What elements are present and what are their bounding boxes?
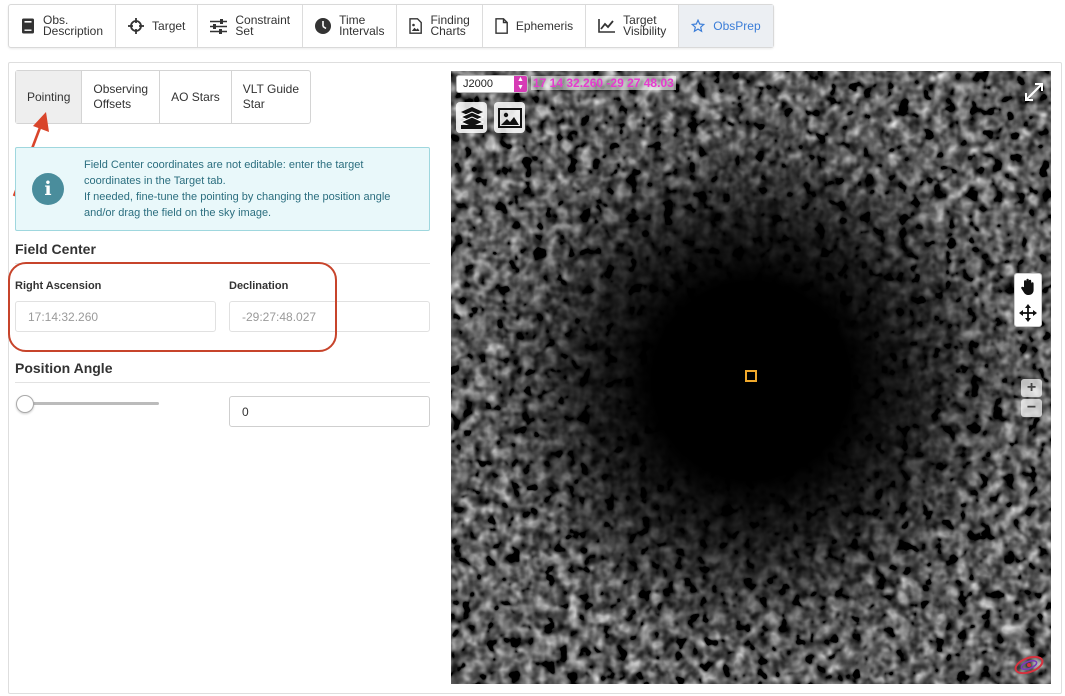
position-angle-title: Position Angle [15,360,430,383]
layers-button[interactable] [456,102,487,133]
sliders-icon [210,18,228,34]
pan-controls [1014,273,1042,327]
obsprep-subtabs: Pointing Observing Offsets AO Stars VLT … [15,70,312,124]
clock-icon [315,18,332,34]
dec-label: Declination [229,280,289,292]
pan-button[interactable] [1015,274,1041,300]
select-caret-icon: ▲ ▼ [514,76,527,92]
sky-image-viewer[interactable]: J2000 ▲ ▼ 17 14 32.260 -29 27 48.03 + − [451,71,1051,684]
tab-obsprep[interactable]: ObsPrep [679,5,773,47]
move-button[interactable] [1015,300,1041,326]
tab-ephemeris[interactable]: Ephemeris [483,5,587,47]
zoom-in-button[interactable]: + [1021,379,1042,397]
tab-constraint-set[interactable]: Constraint Set [198,5,304,47]
info-line-2: If needed, fine-tune the pointing by cha… [84,191,391,219]
subtab-observing-offsets[interactable]: Observing Offsets [82,71,161,123]
subtab-vlt-guide-star[interactable]: VLT Guide Star [232,71,310,123]
image-file-icon [409,18,423,34]
image-survey-button[interactable] [494,102,525,133]
zoom-controls: + − [1021,379,1042,417]
info-icon: i [32,173,64,205]
move-arrows-icon [1019,304,1037,322]
tab-label: Finding Charts [430,13,470,38]
tab-label: Ephemeris [515,18,574,33]
layers-icon [459,106,484,129]
hand-icon [1021,278,1034,295]
position-angle-slider-thumb[interactable] [16,395,34,413]
ra-label: Right Ascension [15,280,102,292]
tab-target[interactable]: Target [116,5,199,47]
zoom-out-button[interactable]: − [1021,399,1042,417]
subtab-pointing[interactable]: Pointing [16,71,83,123]
tab-label: Constraint Set [235,13,291,38]
tab-label: Obs. Description [43,13,104,38]
position-angle-slider-track[interactable] [20,402,159,405]
star-icon [691,19,706,33]
field-center-title: Field Center [15,241,430,264]
line-chart-icon [598,19,616,33]
tab-finding-charts[interactable]: Finding Charts [397,5,483,47]
tab-label: ObsPrep [713,18,761,33]
target-marker[interactable] [745,370,757,382]
tab-target-visibility[interactable]: Target Visibility [586,5,680,47]
tab-time-intervals[interactable]: Time Intervals [303,5,398,47]
info-line-1: Field Center coordinates are not editabl… [84,159,364,187]
dec-input[interactable] [229,301,430,332]
info-box: i Field Center coordinates are not edita… [15,147,430,231]
book-icon [22,18,34,34]
position-angle-input[interactable] [229,396,430,427]
file-icon [495,18,508,34]
tab-label: Target [152,18,186,33]
frame-select-value: J2000 [463,78,493,90]
crosshair-icon [128,18,145,34]
frame-select[interactable]: J2000 ▲ ▼ [456,75,528,93]
sky-coordinates: 17 14 32.260 -29 27 48.03 [531,76,676,90]
tab-label: Time Intervals [339,13,385,38]
top-tab-bar: Obs. Description Target Constraint Set T… [8,4,774,48]
fullscreen-icon[interactable] [1023,81,1045,103]
tab-label: Target Visibility [623,13,667,38]
subtab-ao-stars[interactable]: AO Stars [160,71,232,123]
info-text: Field Center coordinates are not editabl… [84,157,419,221]
ra-input[interactable] [15,301,216,332]
tab-obs-description[interactable]: Obs. Description [9,5,117,47]
picture-icon [497,107,522,128]
